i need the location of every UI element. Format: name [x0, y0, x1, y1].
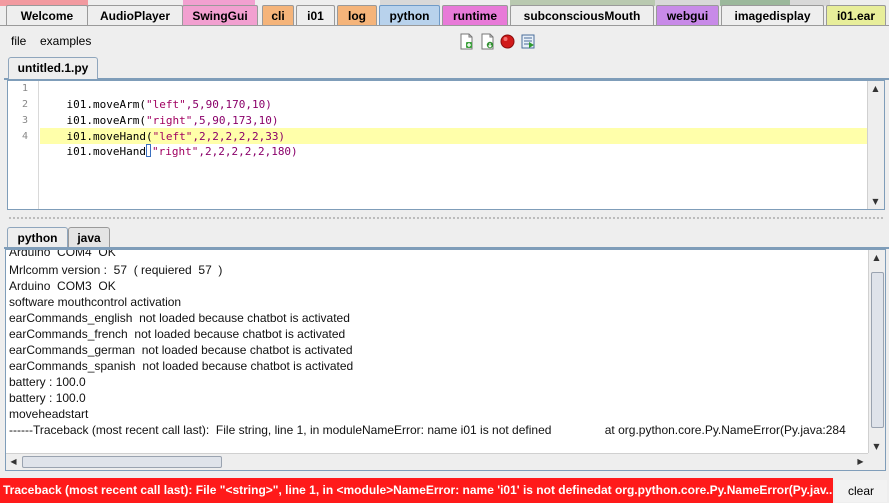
tab-python[interactable]: python — [379, 5, 440, 26]
tab-console-python[interactable]: python — [7, 227, 68, 248]
line-number: 3 — [21, 115, 28, 126]
error-status-bar: Traceback (most recent call last): File … — [0, 478, 833, 503]
console-output[interactable]: Arduino COM4 OK Mrlcomm version : 57 ( r… — [5, 249, 886, 471]
tab-runtime[interactable]: runtime — [442, 5, 508, 26]
split-pane-divider[interactable] — [0, 214, 889, 222]
scrollbar-thumb[interactable] — [22, 456, 222, 468]
code-line[interactable]: i01.moveHand "right",2,2,2,2,2,180) — [40, 128, 298, 158]
tab-bar-divider — [0, 25, 889, 26]
save-icon[interactable] — [479, 33, 496, 50]
console-line: Arduino COM3 OK — [9, 279, 116, 293]
scrollbar-corner — [868, 453, 885, 470]
line-number-gutter: 1 2 3 4 — [8, 81, 39, 209]
code-args: ,2,2,2,2,2,180) — [198, 145, 298, 158]
tab-log[interactable]: log — [337, 5, 377, 26]
code-call: i01.moveHand — [66, 145, 146, 158]
clear-button[interactable]: clear — [835, 480, 887, 502]
tab-welcome[interactable]: Welcome — [6, 5, 88, 26]
code-line[interactable]: i01.moveHand("left",2,2,2,2,2,33) — [40, 113, 286, 143]
code-line[interactable]: i01.moveArm("left",5,90,170,10) — [40, 81, 272, 111]
scroll-right-arrow-icon[interactable]: ▶ — [853, 454, 868, 469]
tab-i01[interactable]: i01 — [296, 5, 335, 26]
bracket-match-cursor — [145, 144, 151, 157]
scroll-up-arrow-icon[interactable]: ▲ — [869, 250, 884, 265]
line-number: 1 — [21, 83, 28, 94]
menu-file[interactable]: file — [11, 34, 26, 48]
code-string: "right" — [151, 145, 199, 158]
console-line: earCommands_english not loaded because c… — [9, 311, 350, 325]
console-line: Arduino COM4 OK — [9, 249, 116, 259]
console-vertical-scrollbar[interactable]: ▲ ▼ — [868, 250, 885, 454]
console-line: battery : 100.0 — [9, 391, 86, 405]
line-number: 4 — [21, 131, 28, 142]
code-line[interactable]: i01.moveArm("right",5,90,173,10) — [40, 97, 279, 127]
stop-icon[interactable] — [499, 33, 516, 50]
scroll-down-arrow-icon[interactable]: ▼ — [869, 439, 884, 454]
tab-webgui[interactable]: webgui — [656, 5, 719, 26]
run-icon[interactable] — [520, 33, 537, 50]
console-line: earCommands_french not loaded because ch… — [9, 327, 346, 341]
scrollbar-thumb[interactable] — [871, 272, 884, 428]
console-line: earCommands_german not loaded because ch… — [9, 343, 353, 357]
console-line: software mouthcontrol activation — [9, 295, 182, 309]
tab-console-java[interactable]: java — [68, 227, 110, 248]
tab-i01-ear[interactable]: i01.ear — [826, 5, 886, 26]
console-line: battery : 100.0 — [9, 375, 86, 389]
tab-subconsciousmouth[interactable]: subconsciousMouth — [510, 5, 654, 26]
console-line: ------Traceback (most recent call last):… — [9, 423, 846, 437]
console-horizontal-scrollbar[interactable]: ◀ ▶ — [6, 453, 868, 470]
tab-cli[interactable]: cli — [262, 5, 294, 26]
scroll-left-arrow-icon[interactable]: ◀ — [6, 454, 21, 469]
menu-examples[interactable]: examples — [40, 34, 91, 48]
code-editor[interactable]: 1 2 3 4 i01.moveArm("left",5,90,170,10) … — [7, 80, 885, 210]
service-tab-bar: Welcome AudioPlayer SwingGui cli i01 log… — [0, 5, 889, 26]
tab-swinggui[interactable]: SwingGui — [182, 5, 258, 26]
line-number: 2 — [21, 99, 28, 110]
console-tab-bar: python java — [0, 226, 889, 248]
scroll-up-arrow-icon[interactable]: ▲ — [868, 81, 883, 96]
menu-bar: file examples — [0, 27, 889, 55]
scroll-down-arrow-icon[interactable]: ▼ — [868, 194, 883, 209]
console-line: earCommands_spanish not loaded because c… — [9, 359, 354, 373]
new-file-icon[interactable] — [458, 33, 475, 50]
tab-audioplayer[interactable]: AudioPlayer — [87, 5, 183, 26]
console-line: Mrlcomm version : 57 ( requiered 57 ) — [9, 263, 223, 277]
editor-vertical-scrollbar[interactable]: ▲ ▼ — [867, 81, 884, 209]
console-line: moveheadstart — [9, 407, 89, 421]
tab-untitled-1-py[interactable]: untitled.1.py — [8, 57, 98, 79]
tab-imagedisplay[interactable]: imagedisplay — [721, 5, 824, 26]
